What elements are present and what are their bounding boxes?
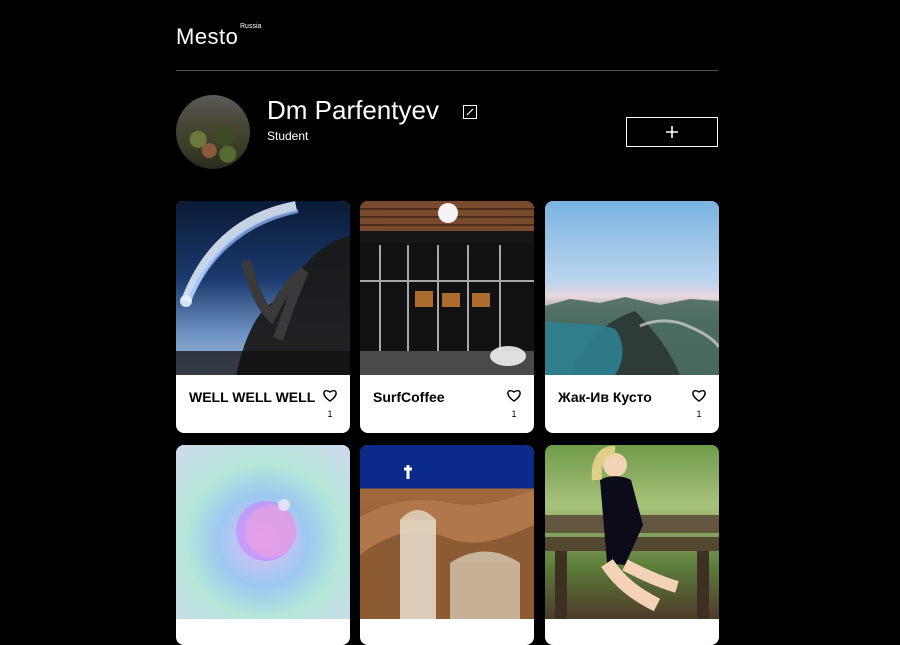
- card-title: WELL WELL WELL: [189, 389, 316, 405]
- card-image-graphic: [360, 201, 534, 375]
- card-footer: Жак-Ив Кусто 1: [545, 375, 719, 433]
- profile-about: Student: [267, 129, 309, 143]
- card-image-graphic: [545, 445, 719, 619]
- edit-profile-button[interactable]: [463, 105, 477, 119]
- like-control[interactable]: 1: [691, 388, 707, 419]
- card: [545, 445, 719, 645]
- card-image[interactable]: [360, 201, 534, 375]
- card-image-graphic: [236, 499, 297, 561]
- plus-icon: [666, 126, 678, 138]
- heart-icon: [692, 390, 706, 402]
- card: WELL WELL WELL 1: [176, 201, 350, 433]
- card-image[interactable]: [176, 201, 350, 375]
- card: SurfCoffee 1: [360, 201, 534, 433]
- card-footer: SurfCoffee 1: [360, 375, 534, 433]
- card-image[interactable]: [176, 445, 350, 619]
- card: [176, 445, 350, 645]
- like-control[interactable]: 1: [506, 388, 522, 419]
- card-image[interactable]: [545, 445, 719, 619]
- add-card-button[interactable]: [626, 117, 718, 147]
- profile-name: Dm Parfentyev: [267, 95, 439, 125]
- card-footer: WELL WELL WELL 1: [176, 375, 350, 433]
- like-count: 1: [327, 409, 333, 419]
- logo-region: Russia: [240, 23, 262, 30]
- card-image-graphic: [176, 201, 350, 375]
- logo[interactable]: Mesto: [176, 24, 238, 50]
- edit-icon: [466, 108, 474, 116]
- card-image-graphic: [545, 297, 719, 375]
- page: Mesto Russia Dm Parfentyev Student WELL …: [0, 0, 900, 645]
- avatar[interactable]: [176, 95, 250, 169]
- card-image[interactable]: [545, 201, 719, 375]
- heart-icon: [323, 390, 337, 402]
- header: Mesto Russia: [176, 0, 718, 71]
- card-title: SurfCoffee: [373, 389, 445, 405]
- profile: Dm Parfentyev Student: [176, 95, 718, 170]
- like-count: 1: [511, 409, 517, 419]
- heart-icon: [507, 390, 521, 402]
- card-title: Жак-Ив Кусто: [558, 389, 652, 405]
- card: Жак-Ив Кусто 1: [545, 201, 719, 433]
- card: [360, 445, 534, 645]
- card-image[interactable]: [360, 445, 534, 619]
- like-count: 1: [696, 409, 702, 419]
- card-image-graphic: [360, 465, 534, 619]
- like-control[interactable]: 1: [322, 388, 338, 419]
